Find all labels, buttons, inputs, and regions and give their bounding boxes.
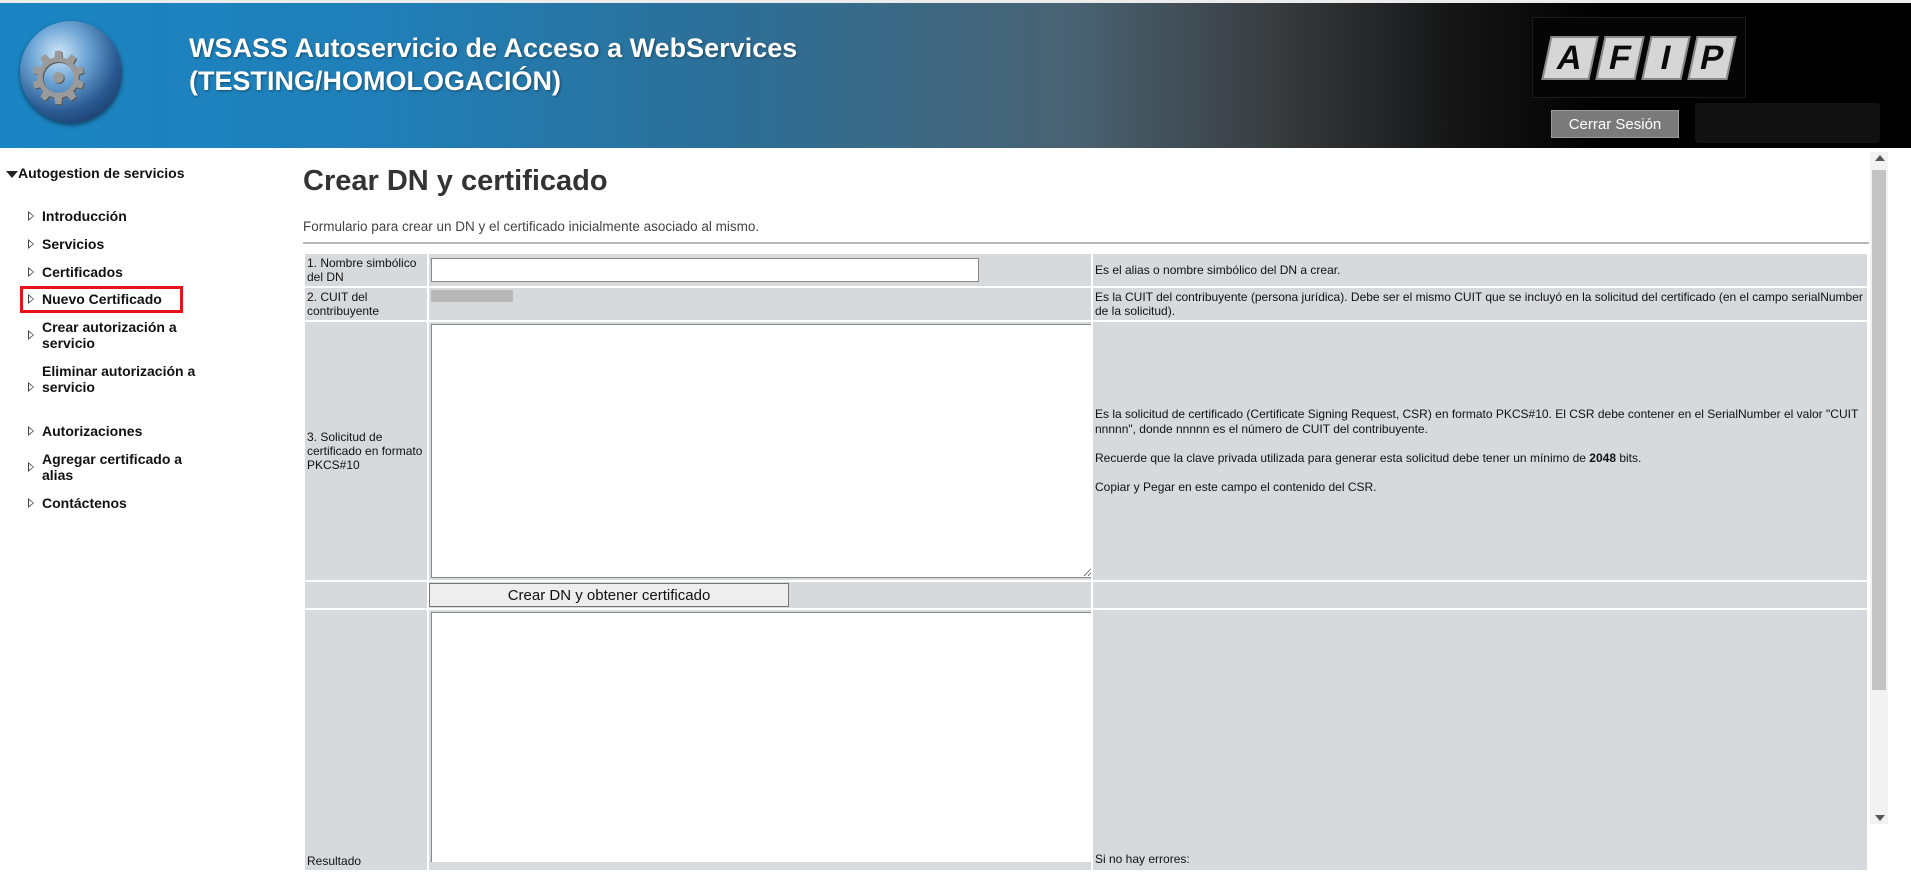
field-label-result: Resultado (305, 610, 427, 870)
scroll-up-arrow-icon[interactable] (1875, 155, 1885, 161)
sidebar-root-autogestion[interactable]: Autogestion de servicios (6, 165, 206, 181)
site-title-line2: (TESTING/HOMOLOGACIÓN) (189, 66, 561, 96)
sidebar-item-contactenos[interactable]: Contáctenos (28, 495, 198, 511)
sidebar-item-crear-autorizacion[interactable]: Crear autorización a servicio (28, 319, 198, 351)
field-cell-nombre (429, 254, 1091, 286)
sidebar-item-label: Certificados (42, 264, 123, 280)
main-content: Crear DN y certificado Formulario para c… (300, 148, 1871, 870)
sidebar-item-servicios[interactable]: Servicios (28, 236, 198, 252)
form-row-nombre: 1. Nombre simbólico del DN Es el alias o… (305, 254, 1867, 286)
triangle-right-icon (28, 239, 34, 249)
cuit-value-redacted (431, 290, 513, 302)
divider (303, 242, 1869, 244)
field-help-result: Si no hay errores: (1093, 610, 1867, 870)
form-row-submit: Crear DN y obtener certificado (305, 582, 1867, 608)
sidebar-item-label: Autorizaciones (42, 423, 143, 439)
field-label-csr: 3. Solicitud de certificado en formato P… (305, 322, 427, 580)
csr-help-paragraph-3: Copiar y Pegar en este campo el contenid… (1095, 480, 1377, 494)
dn-form-table: 1. Nombre simbólico del DN Es el alias o… (303, 252, 1869, 872)
sidebar-item-introduccion[interactable]: Introducción (28, 208, 198, 224)
empty-cell (305, 582, 427, 608)
afip-logo-letter-i: I (1641, 35, 1691, 80)
triangle-right-icon (28, 462, 34, 472)
triangle-right-icon (28, 382, 34, 392)
create-dn-button[interactable]: Crear DN y obtener certificado (429, 583, 789, 607)
sidebar-item-agregar-certificado[interactable]: Agregar certificado a alias (28, 451, 198, 483)
triangle-right-icon (28, 211, 34, 221)
csr-help-paragraph-2: Recuerde que la clave privada utilizada … (1095, 451, 1865, 466)
sidebar-item-autorizaciones[interactable]: Autorizaciones (28, 423, 198, 439)
field-cell-cuit (429, 288, 1091, 320)
sidebar-item-label: Eliminar autorización a servicio (42, 363, 196, 395)
site-title: WSASS Autoservicio de Acceso a WebServic… (189, 32, 797, 98)
field-label-nombre: 1. Nombre simbólico del DN (305, 254, 427, 286)
submit-cell: Crear DN y obtener certificado (429, 582, 1091, 608)
site-title-line1: WSASS Autoservicio de Acceso a WebServic… (189, 33, 798, 63)
sidebar-root-label: Autogestion de servicios (18, 165, 185, 181)
sidebar-item-eliminar-autorizacion[interactable]: Eliminar autorización a servicio (28, 363, 198, 395)
field-label-cuit: 2. CUIT del contribuyente (305, 288, 427, 320)
logout-button[interactable]: Cerrar Sesión (1551, 110, 1679, 138)
triangle-right-icon (28, 330, 34, 340)
field-cell-result (429, 610, 1091, 870)
sidebar-item-label: Introducción (42, 208, 127, 224)
scroll-down-arrow-icon[interactable] (1875, 815, 1885, 821)
site-header: ⚙ WSASS Autoservicio de Acceso a WebServ… (0, 3, 1911, 148)
sidebar-nav: Autogestion de servicios Introducción Se… (0, 148, 300, 842)
csr-textarea[interactable] (431, 324, 1091, 578)
triangle-right-icon (28, 498, 34, 508)
result-textarea[interactable] (431, 612, 1091, 862)
sidebar-item-label: Contáctenos (42, 495, 127, 511)
sidebar-item-label: Servicios (42, 236, 105, 252)
form-row-cuit: 2. CUIT del contribuyente Es la CUIT del… (305, 288, 1867, 320)
sidebar-item-certificados[interactable]: Certificados (28, 264, 198, 280)
highlight-annotation (20, 286, 183, 313)
scrollbar-thumb[interactable] (1872, 170, 1886, 690)
afip-logo-letter-a: A (1541, 35, 1599, 80)
gear-icon: ⚙ (26, 39, 91, 119)
form-row-result: Resultado Si no hay errores: (305, 610, 1867, 870)
field-help-csr: Es la solicitud de certificado (Certific… (1093, 322, 1867, 580)
afip-logo-letter-f: F (1595, 35, 1645, 80)
afip-logo-letter-p: P (1687, 35, 1737, 80)
user-name-redacted (1695, 103, 1880, 143)
csr-help-text: Recuerde que la clave privada utilizada … (1095, 451, 1590, 465)
page-title: Crear DN y certificado (303, 165, 608, 197)
page-description: Formulario para crear un DN y el certifi… (303, 219, 760, 234)
gear-globe-icon: ⚙ (20, 21, 122, 123)
dn-name-input[interactable] (431, 258, 979, 282)
empty-cell (1093, 582, 1867, 608)
triangle-right-icon (28, 426, 34, 436)
csr-help-paragraph-1: Es la solicitud de certificado (Certific… (1095, 407, 1859, 436)
triangle-right-icon (28, 267, 34, 277)
sidebar-item-label: Crear autorización a servicio (42, 319, 177, 351)
form-row-csr: 3. Solicitud de certificado en formato P… (305, 322, 1867, 580)
field-help-cuit: Es la CUIT del contribuyente (persona ju… (1093, 288, 1867, 320)
sidebar-item-label: Agregar certificado a alias (42, 451, 183, 483)
field-help-nombre: Es el alias o nombre simbólico del DN a … (1093, 254, 1867, 286)
field-cell-csr (429, 322, 1091, 580)
caret-down-icon (6, 171, 18, 178)
csr-help-bold-bits: 2048 (1589, 451, 1616, 465)
afip-logo: A F I P (1532, 17, 1746, 98)
csr-help-text: bits. (1616, 451, 1642, 465)
